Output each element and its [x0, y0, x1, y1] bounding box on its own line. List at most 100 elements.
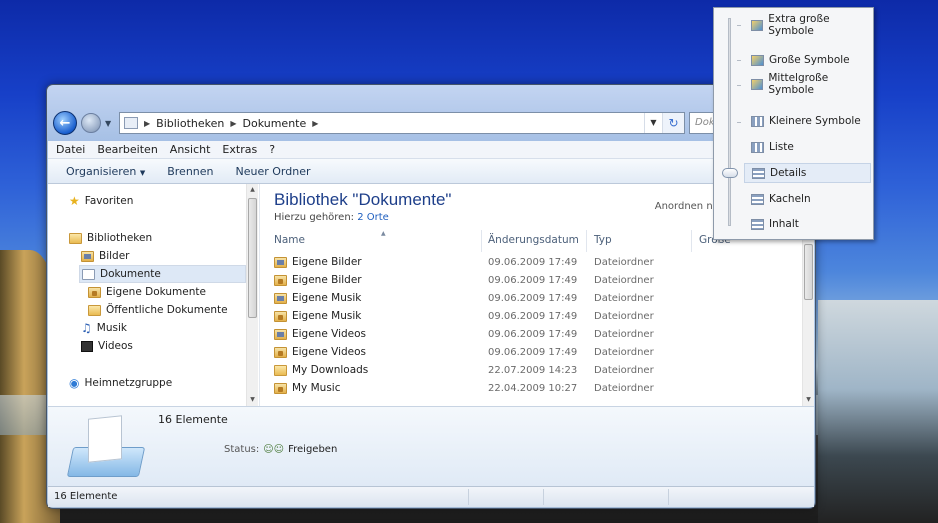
library-includes: Hierzu gehören: 2 Orte — [274, 212, 389, 223]
nav-music-label: Musik — [96, 322, 127, 334]
breadcrumb-bibliotheken[interactable]: Bibliotheken — [156, 117, 224, 130]
organize-button[interactable]: Organisieren ▼ — [66, 165, 145, 178]
history-dropdown-icon[interactable]: ▼ — [105, 119, 115, 128]
view-item-label: Details — [770, 167, 807, 179]
view-medium-icons[interactable]: Mittelgroße Symbole — [744, 72, 871, 96]
nav-videos[interactable]: Videos — [81, 337, 133, 355]
file-name: My Downloads — [292, 364, 369, 376]
scroll-up-icon[interactable]: ▲ — [247, 184, 258, 196]
view-item-label: Große Symbole — [769, 54, 850, 66]
view-item-label: Extra große Symbole — [768, 13, 830, 37]
includes-locations-link[interactable]: 2 Orte — [357, 212, 389, 223]
status-divider — [543, 489, 544, 505]
details-view-icon — [752, 167, 765, 179]
file-scroll-thumb[interactable] — [804, 244, 813, 300]
file-row[interactable]: My Music 22.04.2009 10:27 Dateiordner — [274, 380, 794, 398]
status-value: Freigeben — [288, 444, 338, 455]
star-icon: ★ — [69, 194, 80, 208]
column-header-type[interactable]: Typ — [594, 234, 612, 246]
forward-button[interactable] — [81, 113, 101, 133]
extra-large-icons-icon — [751, 19, 764, 31]
file-type: Dateiordner — [594, 257, 654, 268]
address-dropdown-icon[interactable]: ▼ — [644, 113, 662, 133]
file-name: Eigene Bilder — [292, 256, 362, 268]
file-scrollbar[interactable]: ▼ — [802, 230, 814, 406]
file-date: 09.06.2009 17:49 — [488, 275, 578, 286]
folder-icon — [88, 304, 101, 316]
view-options-menu: Extra große Symbole Große Symbole Mittel… — [713, 7, 874, 240]
view-item-label: Kacheln — [769, 193, 811, 205]
file-type: Dateiordner — [594, 275, 654, 286]
file-row[interactable]: Eigene Videos 09.06.2009 17:49 Dateiordn… — [274, 326, 794, 344]
nav-documents[interactable]: Dokumente — [79, 265, 246, 283]
nav-public-documents[interactable]: Öffentliche Dokumente — [88, 301, 228, 319]
menu-ansicht[interactable]: Ansicht — [170, 143, 211, 156]
nav-documents-label: Dokumente — [100, 268, 161, 280]
includes-label: Hierzu gehören: — [274, 212, 355, 223]
nav-favorites[interactable]: ★ Favoriten — [69, 192, 133, 210]
refresh-icon[interactable]: ↻ — [662, 113, 684, 133]
nav-pictures[interactable]: Bilder — [81, 247, 129, 265]
small-icons-icon — [751, 115, 764, 127]
view-list[interactable]: Liste — [744, 137, 871, 157]
nav-music[interactable]: ♫ Musik — [81, 319, 127, 337]
nav-my-documents-label: Eigene Dokumente — [106, 286, 206, 298]
view-small-icons[interactable]: Kleinere Symbole — [744, 111, 871, 131]
menu-datei[interactable]: Datei — [56, 143, 85, 156]
nav-libraries[interactable]: Bibliotheken — [69, 229, 152, 247]
chevron-right-icon[interactable]: ▶ — [312, 119, 318, 128]
slider-tick — [737, 122, 741, 123]
chevron-right-icon[interactable]: ▶ — [144, 119, 150, 128]
column-divider[interactable] — [481, 230, 482, 252]
breadcrumb-dokumente[interactable]: Dokumente — [243, 117, 307, 130]
list-view-icon — [751, 141, 764, 153]
burn-button[interactable]: Brennen — [167, 165, 213, 178]
file-row[interactable]: Eigene Musik 09.06.2009 17:49 Dateiordne… — [274, 290, 794, 308]
view-size-slider-thumb[interactable] — [722, 168, 738, 178]
new-folder-button[interactable]: Neuer Ordner — [236, 165, 311, 178]
view-tiles[interactable]: Kacheln — [744, 189, 871, 209]
file-date: 09.06.2009 17:49 — [488, 293, 578, 304]
back-button[interactable]: ← — [53, 111, 77, 135]
column-divider[interactable] — [691, 230, 692, 252]
column-header-name[interactable]: Name — [274, 234, 305, 246]
music-note-icon: ♫ — [81, 321, 92, 335]
file-date: 09.06.2009 17:49 — [488, 347, 578, 358]
content-view-icon — [751, 218, 764, 230]
nav-homegroup-label: Heimnetzgruppe — [84, 377, 173, 389]
column-divider[interactable] — [586, 230, 587, 252]
menu-extras[interactable]: Extras — [222, 143, 257, 156]
content-area: ★ Favoriten Bibliotheken Bilder Dokument… — [48, 184, 814, 406]
menu-bearbeiten[interactable]: Bearbeiten — [97, 143, 157, 156]
file-row[interactable]: Eigene Bilder 09.06.2009 17:49 Dateiordn… — [274, 254, 794, 272]
scroll-down-icon[interactable]: ▼ — [803, 394, 814, 406]
folder-icon — [274, 382, 287, 394]
view-content[interactable]: Inhalt — [744, 214, 871, 234]
file-row[interactable]: My Downloads 22.07.2009 14:23 Dateiordne… — [274, 362, 794, 380]
view-size-slider-track[interactable] — [728, 18, 731, 226]
file-row[interactable]: Eigene Videos 09.06.2009 17:49 Dateiordn… — [274, 344, 794, 362]
view-details[interactable]: Details — [744, 163, 871, 183]
file-row[interactable]: Eigene Musik 09.06.2009 17:49 Dateiordne… — [274, 308, 794, 326]
scroll-down-icon[interactable]: ▼ — [247, 394, 258, 406]
nav-scrollbar[interactable]: ▲ ▼ — [246, 184, 258, 406]
status-label: Status: — [224, 444, 260, 455]
file-name: My Music — [292, 382, 341, 394]
chevron-right-icon[interactable]: ▶ — [230, 119, 236, 128]
file-row[interactable]: Eigene Bilder 09.06.2009 17:49 Dateiordn… — [274, 272, 794, 290]
file-date: 22.04.2009 10:27 — [488, 383, 578, 394]
view-extra-large-icons[interactable]: Extra große Symbole — [744, 13, 871, 37]
file-name: Eigene Videos — [292, 346, 367, 358]
address-bar[interactable]: ▶ Bibliotheken ▶ Dokumente ▶ ▼ ↻ — [119, 112, 685, 134]
column-header-date[interactable]: Änderungsdatum — [488, 234, 579, 246]
sort-ascending-icon: ▲ — [381, 230, 386, 237]
details-item-count: 16 Elemente — [158, 413, 228, 426]
view-large-icons[interactable]: Große Symbole — [744, 50, 871, 70]
library-documents-icon — [66, 415, 146, 479]
folder-icon — [274, 256, 287, 268]
nav-my-documents[interactable]: Eigene Dokumente — [88, 283, 206, 301]
nav-scroll-thumb[interactable] — [248, 198, 257, 318]
film-icon — [81, 340, 93, 352]
menu-help[interactable]: ? — [269, 143, 275, 156]
nav-homegroup[interactable]: ◉ Heimnetzgruppe — [69, 374, 172, 392]
